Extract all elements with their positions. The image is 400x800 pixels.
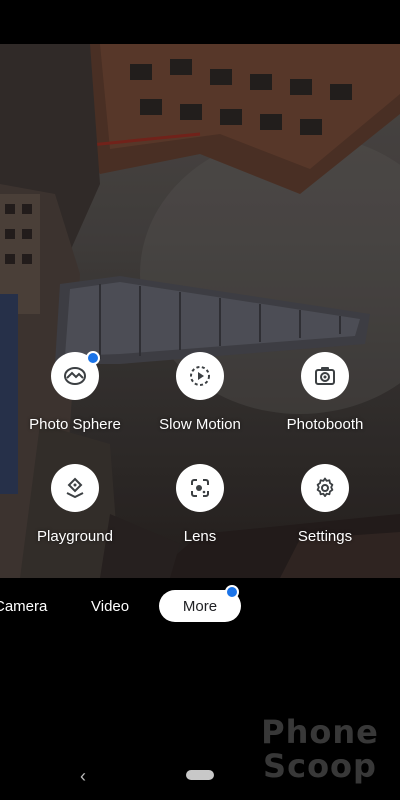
mode-label: Photobooth bbox=[286, 416, 364, 433]
mode-label: Playground bbox=[37, 528, 113, 545]
photobooth-icon bbox=[315, 367, 335, 385]
mode-photo-sphere[interactable]: Photo Sphere bbox=[10, 351, 140, 433]
slow-motion-button[interactable] bbox=[176, 352, 224, 400]
back-chevron-icon[interactable]: ‹ bbox=[80, 766, 86, 787]
mode-settings[interactable]: Settings bbox=[260, 464, 390, 545]
photo-sphere-icon bbox=[64, 367, 86, 385]
camera-mode-bar: Camera Video More bbox=[0, 578, 400, 636]
mode-lens[interactable]: Lens bbox=[135, 464, 265, 545]
tab-more[interactable]: More bbox=[159, 585, 241, 622]
mode-slow-motion[interactable]: Slow Motion bbox=[135, 352, 265, 433]
tab-video[interactable]: Video bbox=[91, 598, 129, 615]
new-badge-dot bbox=[86, 351, 100, 365]
mode-label: Photo Sphere bbox=[29, 416, 121, 433]
settings-gear-icon bbox=[316, 477, 334, 497]
lens-icon bbox=[191, 479, 209, 497]
playground-button[interactable] bbox=[51, 464, 99, 512]
mode-playground[interactable]: Playground bbox=[10, 464, 140, 545]
mode-photobooth[interactable]: Photobooth bbox=[260, 352, 390, 433]
watermark-line2: Scoop bbox=[263, 747, 377, 785]
tab-camera[interactable]: Camera bbox=[0, 598, 47, 615]
mode-label: Settings bbox=[297, 528, 353, 545]
mode-label: Slow Motion bbox=[159, 416, 241, 433]
photobooth-button[interactable] bbox=[301, 352, 349, 400]
watermark-line1: Phone bbox=[261, 713, 379, 751]
photo-sphere-button[interactable] bbox=[51, 351, 100, 400]
mode-label: Lens bbox=[183, 528, 217, 545]
playground-icon bbox=[66, 477, 84, 499]
settings-button[interactable] bbox=[301, 464, 349, 512]
new-badge-dot bbox=[225, 585, 239, 599]
lens-button[interactable] bbox=[176, 464, 224, 512]
tab-more-label: More bbox=[182, 597, 218, 615]
watermark-logo: Phone Scoop bbox=[250, 715, 390, 783]
home-pill-icon[interactable] bbox=[186, 770, 214, 780]
slow-motion-icon bbox=[190, 366, 210, 386]
